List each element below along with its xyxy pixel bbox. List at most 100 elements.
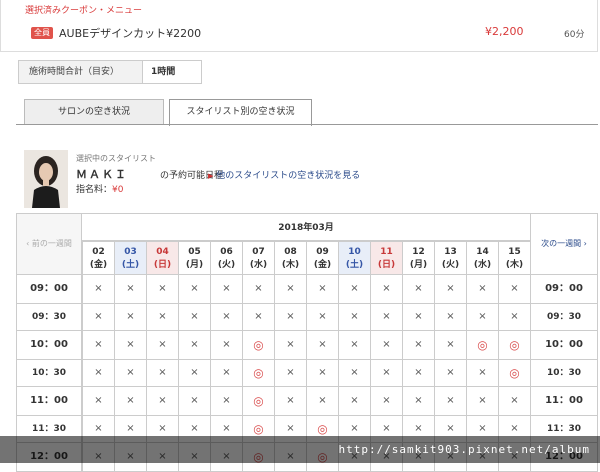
- tabs-divider: [16, 124, 598, 125]
- slot-unavailable: ×: [114, 387, 146, 416]
- slot-unavailable: ×: [146, 304, 178, 331]
- day-header: 02 (金): [82, 241, 114, 275]
- slot-unavailable: ×: [274, 360, 306, 387]
- slot-unavailable: ×: [498, 387, 530, 416]
- prev-week-label: 前の一週間: [31, 239, 72, 248]
- slot-unavailable: ×: [498, 275, 530, 304]
- slot-unavailable: ×: [402, 331, 434, 360]
- slot-unavailable: ×: [370, 387, 402, 416]
- next-week-button[interactable]: 次の一週間 ›: [530, 213, 598, 275]
- slot-available[interactable]: ◎: [242, 331, 274, 360]
- slot-available[interactable]: ◎: [242, 387, 274, 416]
- slot-unavailable: ×: [178, 275, 210, 304]
- time-label-left: 09：00: [16, 275, 82, 304]
- slot-unavailable: ×: [434, 304, 466, 331]
- slot-unavailable: ×: [370, 360, 402, 387]
- day-number: 06: [220, 247, 233, 257]
- slot-unavailable: ×: [210, 331, 242, 360]
- day-header: 11 (日): [370, 241, 402, 275]
- day-weekday: (木): [281, 260, 300, 270]
- slot-unavailable: ×: [306, 275, 338, 304]
- slot-unavailable: ×: [338, 360, 370, 387]
- time-label-right: 09：30: [530, 304, 598, 331]
- selected-stylist-label: 選択中のスタイリスト: [76, 154, 156, 163]
- slot-unavailable: ×: [306, 304, 338, 331]
- next-week-label: 次の一週間: [541, 239, 582, 248]
- slot-unavailable: ×: [178, 331, 210, 360]
- stylist-photo: [24, 150, 68, 208]
- day-header: 03 (土): [114, 241, 146, 275]
- slot-unavailable: ×: [82, 304, 114, 331]
- coupon-name: AUBEデザインカット¥2200: [59, 27, 202, 40]
- day-number: 08: [284, 247, 297, 257]
- day-header: 04 (日): [146, 241, 178, 275]
- day-number: 04: [156, 247, 169, 257]
- slot-unavailable: ×: [178, 387, 210, 416]
- slot-unavailable: ×: [114, 331, 146, 360]
- slot-unavailable: ×: [178, 360, 210, 387]
- slot-available[interactable]: ◎: [466, 331, 498, 360]
- day-header: 10 (土): [338, 241, 370, 275]
- selected-coupon-panel: 選択済みクーポン・メニュー 全員 AUBEデザインカット¥2200 ¥2,200…: [0, 0, 598, 52]
- slot-unavailable: ×: [434, 387, 466, 416]
- day-weekday: (月): [409, 260, 428, 270]
- prev-week-button[interactable]: ‹ 前の一週間: [16, 213, 82, 275]
- calendar-month: 2018年03月: [82, 213, 530, 241]
- day-weekday: (木): [505, 260, 524, 270]
- slot-unavailable: ×: [306, 387, 338, 416]
- day-header: 08 (木): [274, 241, 306, 275]
- day-header: 15 (木): [498, 241, 530, 275]
- slot-unavailable: ×: [82, 331, 114, 360]
- slot-unavailable: ×: [338, 275, 370, 304]
- day-number: 13: [444, 247, 457, 257]
- day-weekday: (火): [217, 260, 236, 270]
- time-label-left: 10：00: [16, 331, 82, 360]
- watermark-text: http://samkit903.pixnet.net/album: [338, 443, 590, 456]
- coupon-price: ¥2,200: [485, 25, 524, 38]
- slot-available[interactable]: ◎: [498, 331, 530, 360]
- slot-available[interactable]: ◎: [498, 360, 530, 387]
- coupon-badge: 全員: [31, 27, 53, 39]
- slot-unavailable: ×: [114, 275, 146, 304]
- time-label-right: 10：00: [530, 331, 598, 360]
- day-number: 11: [380, 247, 393, 257]
- slot-unavailable: ×: [274, 304, 306, 331]
- time-label-left: 11：00: [16, 387, 82, 416]
- tab-salon-availability[interactable]: サロンの空き状況: [24, 99, 164, 125]
- slot-unavailable: ×: [338, 331, 370, 360]
- nomination-fee: 指名料：¥0: [76, 182, 123, 195]
- time-label-right: 09：00: [530, 275, 598, 304]
- day-weekday: (月): [185, 260, 204, 270]
- slot-unavailable: ×: [210, 304, 242, 331]
- slot-unavailable: ×: [146, 360, 178, 387]
- slot-unavailable: ×: [114, 360, 146, 387]
- slot-unavailable: ×: [306, 360, 338, 387]
- slot-unavailable: ×: [370, 304, 402, 331]
- day-weekday: (水): [249, 260, 268, 270]
- day-weekday: (水): [473, 260, 492, 270]
- duration-value: 1時間: [151, 67, 176, 77]
- day-number: 15: [508, 247, 521, 257]
- slot-unavailable: ×: [306, 331, 338, 360]
- slot-unavailable: ×: [146, 331, 178, 360]
- day-weekday: (金): [89, 260, 108, 270]
- day-number: 12: [412, 247, 425, 257]
- slot-unavailable: ×: [370, 331, 402, 360]
- day-header: 07 (水): [242, 241, 274, 275]
- time-label-left: 09：30: [16, 304, 82, 331]
- day-number: 05: [188, 247, 201, 257]
- day-header: 06 (火): [210, 241, 242, 275]
- slot-unavailable: ×: [402, 360, 434, 387]
- slot-unavailable: ×: [338, 304, 370, 331]
- slot-unavailable: ×: [82, 387, 114, 416]
- day-weekday: (金): [313, 260, 332, 270]
- tab-stylist-availability[interactable]: スタイリスト別の空き状況: [169, 99, 312, 126]
- other-stylists-link[interactable]: ▶ 他のスタイリストの空き状況を見る: [208, 168, 360, 181]
- slot-unavailable: ×: [434, 331, 466, 360]
- coupon-heading: 選択済みクーポン・メニュー: [25, 6, 143, 16]
- slot-unavailable: ×: [146, 275, 178, 304]
- slot-unavailable: ×: [466, 304, 498, 331]
- nomination-fee-label: 指名料：: [76, 185, 113, 195]
- slot-unavailable: ×: [402, 387, 434, 416]
- slot-available[interactable]: ◎: [242, 360, 274, 387]
